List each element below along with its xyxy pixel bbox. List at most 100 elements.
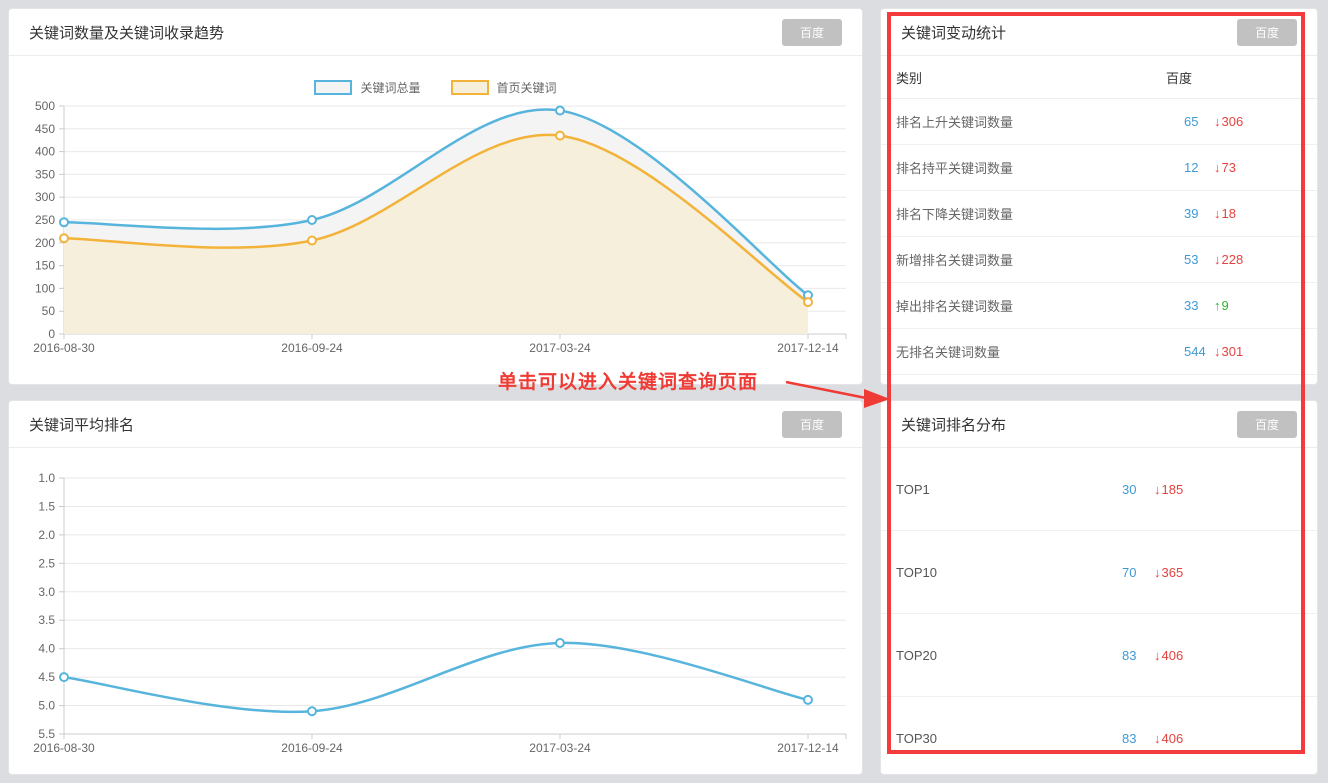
svg-text:5.0: 5.0 [38,699,55,713]
delta-badge: ↓306 [1214,114,1243,129]
row-label: TOP20 [896,648,1122,663]
svg-text:2.0: 2.0 [38,528,55,542]
panel-title: 关键词平均排名 [29,414,134,435]
delta-value: 406 [1162,731,1184,746]
svg-text:100: 100 [35,281,55,295]
svg-text:0: 0 [48,327,55,341]
keyword-count-link[interactable]: 53 [1184,252,1214,267]
baidu-filter-button[interactable]: 百度 [782,19,842,46]
svg-text:2016-09-24: 2016-09-24 [281,341,343,355]
keyword-count-link[interactable]: 39 [1184,206,1214,221]
svg-text:4.5: 4.5 [38,670,55,684]
delta-value: 228 [1222,252,1244,267]
svg-text:5.5: 5.5 [38,727,55,741]
row-label: TOP30 [896,731,1122,746]
svg-text:150: 150 [35,259,55,273]
delta-value: 406 [1162,648,1184,663]
down-arrow-icon: ↓ [1214,160,1221,175]
keyword-count-link[interactable]: 65 [1184,114,1214,129]
keyword-trend-chart: 0501001502002503003504004505002016-08-30… [9,56,862,384]
down-arrow-icon: ↓ [1214,206,1221,221]
annotation-text: 单击可以进入关键词查询页面 [498,367,758,394]
delta-value: 365 [1162,565,1184,580]
table-row: 排名下降关键词数量 39 ↓18 [881,191,1317,237]
delta-value: 18 [1222,206,1236,221]
down-arrow-icon: ↓ [1154,648,1161,663]
svg-text:2016-08-30: 2016-08-30 [33,341,95,355]
table-row: 新增排名关键词数量 53 ↓228 [881,237,1317,283]
table-row: 无排名关键词数量 544 ↓301 [881,329,1317,375]
row-label: 排名上升关键词数量 [896,112,1184,131]
row-label: 无排名关键词数量 [896,342,1184,361]
svg-text:3.0: 3.0 [38,585,55,599]
keyword-count-link[interactable]: 83 [1122,731,1154,746]
table-row: 排名上升关键词数量 65 ↓306 [881,99,1317,145]
up-arrow-icon: ↑ [1214,298,1221,313]
panel-title: 关键词排名分布 [901,414,1006,435]
legend-swatch-blue [314,80,352,95]
delta-badge: ↓228 [1214,252,1243,267]
delta-badge: ↓301 [1214,344,1243,359]
panel-title: 关键词数量及关键词收录趋势 [29,22,224,43]
list-item: TOP20 83 ↓406 [881,614,1317,697]
keyword-count-link[interactable]: 83 [1122,648,1154,663]
svg-text:2017-03-24: 2017-03-24 [529,741,591,755]
delta-value: 185 [1162,482,1184,497]
avg-rank-panel: 关键词平均排名 百度 1.01.52.02.53.03.54.04.55.05.… [8,400,863,775]
keyword-count-link[interactable]: 70 [1122,565,1154,580]
delta-badge: ↑9 [1214,298,1229,313]
delta-value: 73 [1222,160,1236,175]
svg-text:2016-09-24: 2016-09-24 [281,741,343,755]
keyword-count-link[interactable]: 12 [1184,160,1214,175]
svg-text:500: 500 [35,99,55,113]
keyword-count-link[interactable]: 544 [1184,344,1214,359]
svg-text:2016-08-30: 2016-08-30 [33,741,95,755]
down-arrow-icon: ↓ [1154,565,1161,580]
row-label: 排名下降关键词数量 [896,204,1184,223]
baidu-filter-button[interactable]: 百度 [1237,19,1297,46]
svg-text:2017-12-14: 2017-12-14 [777,741,839,755]
baidu-filter-button[interactable]: 百度 [1237,411,1297,438]
down-arrow-icon: ↓ [1214,344,1221,359]
delta-badge: ↓365 [1154,565,1183,580]
list-item: TOP10 70 ↓365 [881,531,1317,614]
svg-text:1.0: 1.0 [38,471,55,485]
row-label: 新增排名关键词数量 [896,250,1184,269]
svg-text:300: 300 [35,190,55,204]
legend-label: 关键词总量 [360,79,420,96]
legend-item-homepage-keywords[interactable]: 首页关键词 [451,79,557,96]
table-row: 掉出排名关键词数量 33 ↑9 [881,283,1317,329]
baidu-filter-button[interactable]: 百度 [782,411,842,438]
row-label: TOP1 [896,482,1122,497]
table-row: 排名持平关键词数量 12 ↓73 [881,145,1317,191]
svg-text:3.5: 3.5 [38,613,55,627]
panel-header: 关键词排名分布 百度 [881,401,1317,448]
delta-value: 306 [1222,114,1244,129]
avg-rank-chart: 1.01.52.02.53.03.54.04.55.05.52016-08-30… [9,448,862,774]
panel-header: 关键词平均排名 百度 [9,401,862,448]
delta-badge: ↓185 [1154,482,1183,497]
row-label: 排名持平关键词数量 [896,158,1184,177]
legend-item-total-keywords[interactable]: 关键词总量 [314,79,420,96]
legend-label: 首页关键词 [497,79,557,96]
keyword-count-link[interactable]: 33 [1184,298,1214,313]
delta-value: 301 [1222,344,1244,359]
column-baidu: 百度 [1166,68,1192,87]
down-arrow-icon: ↓ [1154,482,1161,497]
column-category: 类别 [896,68,1166,87]
svg-text:4.0: 4.0 [38,642,55,656]
list-item: TOP1 30 ↓185 [881,448,1317,531]
table-header: 类别 百度 [881,56,1317,99]
keyword-change-stats-panel: 关键词变动统计 百度 类别 百度 排名上升关键词数量 65 ↓306 排名持平关… [880,8,1318,385]
svg-text:50: 50 [42,304,56,318]
row-label: TOP10 [896,565,1122,580]
chart-legend: 关键词总量 首页关键词 [9,79,862,96]
svg-text:2017-12-14: 2017-12-14 [777,341,839,355]
keyword-count-link[interactable]: 30 [1122,482,1154,497]
row-label: 掉出排名关键词数量 [896,296,1184,315]
list-item: TOP30 83 ↓406 [881,697,1317,775]
delta-badge: ↓406 [1154,731,1183,746]
svg-text:450: 450 [35,122,55,136]
svg-text:2.5: 2.5 [38,556,55,570]
delta-badge: ↓73 [1214,160,1236,175]
